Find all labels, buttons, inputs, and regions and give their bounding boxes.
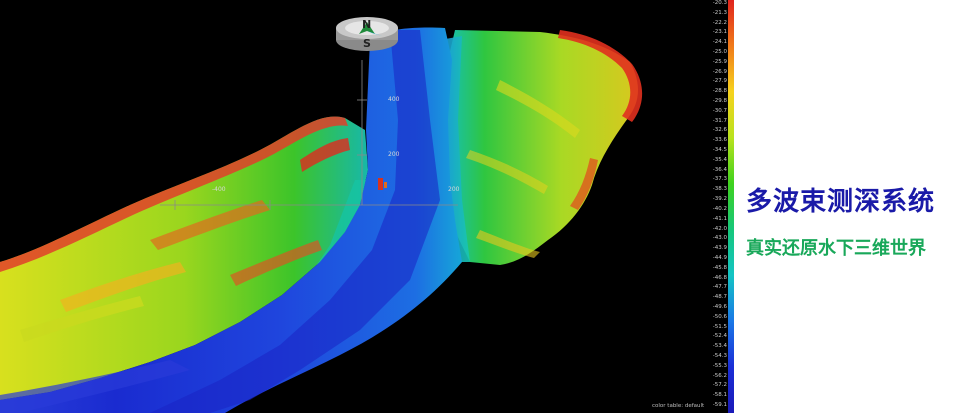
depth-scale-label: -36.4: [712, 166, 727, 173]
depth-scale-label: -56.2: [712, 372, 727, 379]
depth-scale-label: -55.3: [712, 362, 727, 369]
depth-scale-labels: -20.3 -21.3 -22.2 -23.1 -24.1 -25.0 -25.9 -26.9…: [706, 0, 728, 413]
depth-scale-label: -43.0: [712, 235, 727, 242]
depth-scale-label: -32.6: [712, 127, 727, 134]
depth-scale-label: -42.0: [712, 225, 727, 232]
depth-scale-label: -53.4: [712, 343, 727, 350]
depth-scale-label: -25.0: [712, 49, 727, 56]
depth-scale-label: -27.9: [712, 78, 727, 85]
depth-scale-label: -48.7: [712, 294, 727, 301]
depth-scale-label: -25.9: [712, 58, 727, 65]
depth-scale-label: -57.2: [712, 382, 727, 389]
depth-scale-label: -50.6: [712, 313, 727, 320]
compass-south-label: S: [363, 37, 371, 50]
depth-scale-label: -22.2: [712, 19, 727, 26]
depth-scale-label: -44.9: [712, 254, 727, 261]
depth-scale-label: -34.5: [712, 147, 727, 154]
depth-scale-label: -33.6: [712, 137, 727, 144]
compass-north-label: N: [362, 17, 372, 30]
depth-scale-label: -49.6: [712, 303, 727, 310]
depth-scale-label: -30.7: [712, 107, 727, 114]
depth-scale-label: -45.8: [712, 264, 727, 271]
color-table-label: color table: default: [652, 403, 705, 409]
depth-colorbar: [728, 0, 734, 413]
depth-scale-label: -31.7: [712, 117, 727, 124]
depth-scale-label: -47.7: [712, 284, 727, 291]
depth-scale-label: -37.3: [712, 176, 727, 183]
depth-scale-label: -26.9: [712, 68, 727, 75]
depth-scale-label: -40.2: [712, 205, 727, 212]
depth-scale-label: -58.1: [712, 392, 727, 399]
depth-scale-label: -38.3: [712, 186, 727, 193]
page-title: 多波束测深系统: [746, 187, 936, 217]
depth-scale-label: -43.9: [712, 245, 727, 252]
depth-scale-label: -52.4: [712, 333, 727, 340]
depth-scale-label: -54.3: [712, 352, 727, 359]
depth-scale-label: -29.8: [712, 98, 727, 105]
depth-scale-label: -46.8: [712, 274, 727, 281]
depth-scale-label: -24.1: [712, 39, 727, 46]
axis-label-minus-400: -400: [212, 186, 226, 193]
depth-scale-label: -51.5: [712, 323, 727, 330]
depth-scale-label: -23.1: [712, 29, 727, 36]
page-subtitle: 真实还原水下三维世界: [746, 238, 926, 259]
axis-label-200-vertical: 200: [388, 151, 400, 158]
depth-scale-label: -59.1: [712, 402, 727, 408]
axis-label-200-horizontal: 200: [448, 186, 460, 193]
axis-label-400-vertical: 400: [388, 96, 400, 103]
depth-scale-label: -28.8: [712, 88, 727, 95]
depth-scale-label: -20.3: [712, 0, 727, 6]
depth-scale-label: -35.4: [712, 156, 727, 163]
bathymetry-terrain-render: [0, 17, 643, 413]
depth-scale-label: -21.3: [712, 9, 727, 16]
depth-scale-label: -41.1: [712, 215, 727, 222]
depth-scale-label: -39.2: [712, 196, 727, 203]
3d-bathymetry-viewer[interactable]: N S 400 200 -400 200 -20.3 -21.3 -22.2 -23.…: [0, 0, 734, 413]
